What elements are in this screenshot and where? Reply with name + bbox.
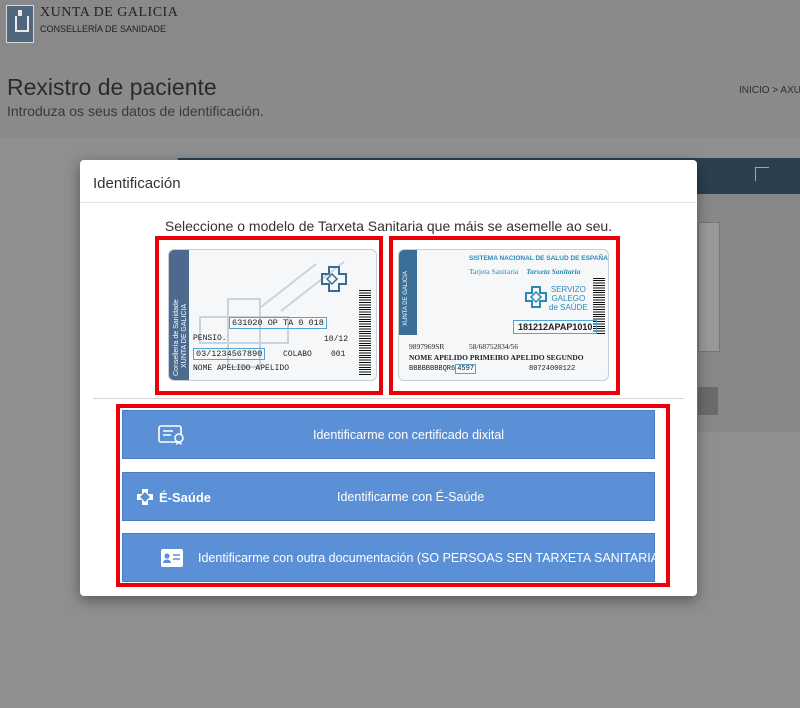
modal-instruction: Seleccione o modelo de Tarxeta Sanitaria… (164, 218, 613, 234)
identification-modal: Identificación Seleccione o modelo de Ta… (80, 160, 697, 596)
breadcrumb[interactable]: INICIO > AXU (739, 85, 800, 96)
background-card-thumbnail (698, 222, 720, 352)
page-subtitle: Introduza os seus datos de identificació… (7, 103, 264, 119)
background-button (698, 387, 718, 415)
site-header: XUNTA DE GALICIA CONSELLERÍA DE SANIDADE (0, 0, 800, 56)
logo-title: XUNTA DE GALICIA (40, 5, 179, 20)
logo-subtitle: CONSELLERÍA DE SANIDADE (40, 24, 167, 34)
modal-divider (93, 398, 684, 399)
expand-icon (755, 167, 769, 181)
card1-highlight-frame (155, 236, 383, 395)
xunta-shield-icon (6, 5, 34, 43)
page-title: Rexistro de paciente (7, 74, 217, 100)
xunta-logo[interactable]: XUNTA DE GALICIA CONSELLERÍA DE SANIDADE (6, 5, 178, 43)
options-highlight-frame (116, 404, 670, 587)
modal-header: Identificación (80, 160, 697, 203)
card2-highlight-frame (389, 236, 620, 395)
modal-title: Identificación (93, 175, 181, 192)
